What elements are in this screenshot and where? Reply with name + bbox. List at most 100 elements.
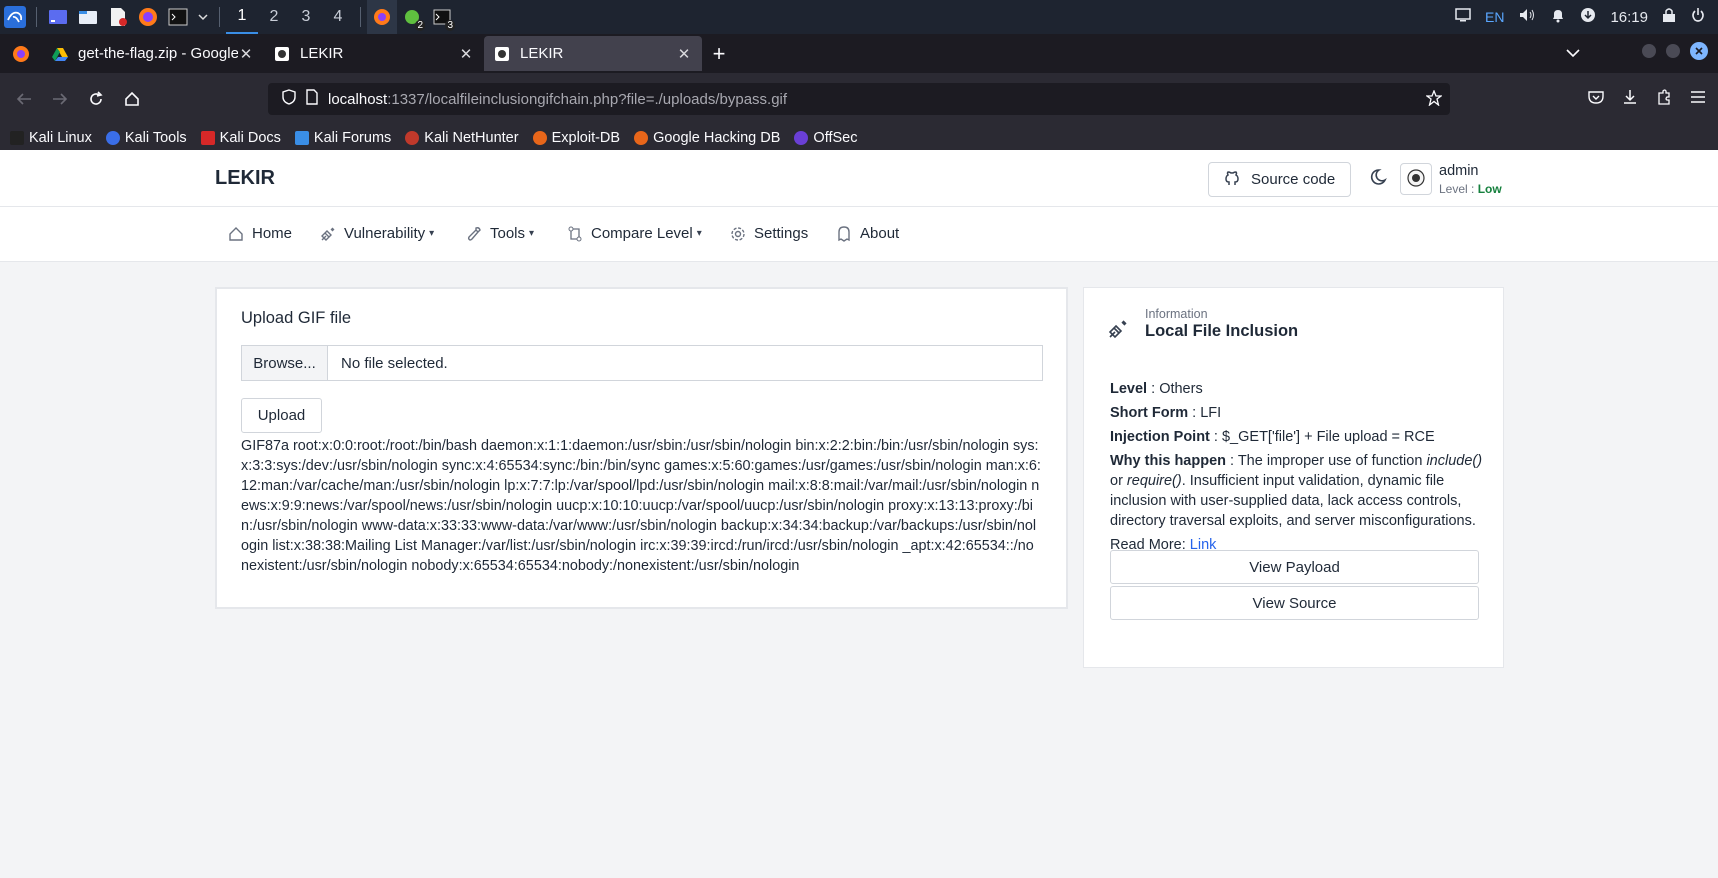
info-why-key: Why this happen [1110,453,1226,469]
syringe-icon [321,227,335,241]
bookmark-google-hacking-db[interactable]: Google Hacking DB [634,130,780,146]
text-editor-icon[interactable] [103,0,133,34]
bookmark-exploit-db[interactable]: Exploit-DB [532,130,620,146]
bug-app-icon[interactable]: 2 [397,0,427,34]
workspace-1[interactable]: 1 [226,0,258,34]
close-icon[interactable]: ✕ [458,45,474,63]
terminal-taskbar-icon[interactable]: 3 [427,0,457,34]
browse-button[interactable]: Browse... [242,346,328,380]
window-close-icon[interactable] [1690,42,1708,65]
menu-settings[interactable]: Settings [730,225,808,242]
shield-icon[interactable] [282,89,296,109]
power-icon[interactable] [1690,7,1706,27]
browser-tab[interactable]: get-the-flag.zip - Google ✕ [42,34,264,73]
downloads-icon[interactable] [1622,89,1638,110]
app-title[interactable]: LEKIR [215,167,275,190]
info-why: Why this happen : The improper use of fu… [1110,453,1483,529]
menu-vulnerability[interactable]: Vulnerability ▾ [320,225,434,242]
new-tab-button[interactable]: + [702,34,736,73]
avatar[interactable] [1400,163,1432,195]
download-status-icon[interactable] [1580,7,1596,27]
bookmark-kali-docs[interactable]: Kali Docs [200,129,281,146]
lock-icon[interactable] [1662,7,1676,27]
menu-about[interactable]: About [836,225,899,242]
bell-icon[interactable] [1550,7,1566,27]
close-icon[interactable]: ✕ [238,45,254,63]
upload-button[interactable]: Upload [241,398,322,433]
os-taskbar: 1 2 3 4 2 3 EN 16:19 [0,0,1718,34]
firefox-icon[interactable] [133,0,163,34]
kali-menu-icon[interactable] [0,0,30,34]
firefox-view-button[interactable] [0,34,42,73]
info-injection-point: Injection Point : $_GET['file'] + File u… [1110,429,1435,445]
back-arrow-icon[interactable] [6,81,42,117]
url-host: localhost [328,90,388,108]
github-icon [1223,169,1241,191]
view-payload-button[interactable]: View Payload [1110,550,1479,584]
page-info-icon[interactable] [306,89,318,109]
terminal-icon[interactable] [163,0,193,34]
close-icon[interactable]: ✕ [676,45,692,63]
main-menu: Home Vulnerability ▾ Tools ▾ Compare Lev… [0,207,1718,262]
info-title: Local File Inclusion [1145,322,1299,340]
browser-tab-active[interactable]: LEKIR ✕ [484,36,702,71]
user-level: Level : Low [1439,182,1502,196]
bookmark-kali-forums[interactable]: Kali Forums [294,130,391,146]
desktop-icon[interactable] [43,0,73,34]
bookmark-offsec[interactable]: OffSec [794,130,857,146]
info-short-form-key: Short Form [1110,405,1189,421]
info-body: Level : Others Short Form : LFI Injectio… [1110,379,1490,559]
compare-icon [568,226,582,241]
gear-icon [731,226,745,241]
clock: 16:19 [1610,8,1648,26]
language-indicator[interactable]: EN [1485,9,1504,25]
hamburger-menu-icon[interactable] [1690,90,1706,109]
menu-tools[interactable]: Tools ▾ [466,225,534,242]
menu-tools-label: Tools [490,225,526,242]
reload-icon[interactable] [78,81,114,117]
browser-tab[interactable]: LEKIR ✕ [264,34,484,73]
display-icon[interactable] [1455,8,1471,26]
bookmark-label: Kali Linux [29,129,92,146]
url-bar[interactable]: localhost:1337/localfileinclusiongifchai… [268,83,1450,115]
workspace-4[interactable]: 4 [322,0,354,34]
source-code-button[interactable]: Source code [1208,162,1351,197]
source-code-label: Source code [1251,171,1336,188]
user-level-value: Low [1477,182,1502,196]
volume-icon[interactable] [1518,7,1536,27]
info-level: Level : Others [1110,381,1203,397]
user-name: admin [1439,163,1479,179]
minimize-icon[interactable] [1642,44,1656,63]
file-manager-icon[interactable] [73,0,103,34]
bookmarks-toolbar: Kali Linux Kali Tools Kali Docs Kali For… [0,125,1718,150]
menu-home[interactable]: Home [228,225,292,242]
info-injection-value: $_GET['file'] + File upload = RCE [1221,429,1435,445]
firefox-taskbar-icon[interactable] [367,0,397,34]
extensions-icon[interactable] [1656,88,1672,110]
kali-tools-icon [105,130,120,145]
kali-forums-icon [294,130,309,145]
forward-arrow-icon[interactable] [42,81,78,117]
bookmark-label: Kali Docs [219,129,281,146]
chevron-down-icon: ▾ [529,228,535,239]
ghdb-icon [634,130,649,145]
info-level-value: Others [1159,381,1203,397]
menu-compare-level[interactable]: Compare Level ▾ [567,225,702,242]
kali-dragon-icon [10,130,24,145]
bookmark-star-icon[interactable] [1425,89,1443,110]
chevron-down-icon: ▾ [429,228,435,239]
moon-icon[interactable] [1370,167,1392,189]
info-label: Information [1145,307,1208,321]
file-input[interactable]: Browse... No file selected. [241,345,1043,381]
maximize-icon[interactable] [1666,44,1680,63]
view-source-button[interactable]: View Source [1110,586,1479,620]
bookmark-kali-linux[interactable]: Kali Linux [10,130,92,146]
workspace-2[interactable]: 2 [258,0,290,34]
bookmark-kali-tools[interactable]: Kali Tools [105,130,187,146]
workspace-3[interactable]: 3 [290,0,322,34]
pocket-icon[interactable] [1588,90,1604,109]
list-tabs-icon[interactable] [1566,45,1580,63]
home-icon[interactable] [114,81,150,117]
bookmark-kali-nethunter[interactable]: Kali NetHunter [405,130,519,146]
chevron-down-icon[interactable] [193,0,213,34]
